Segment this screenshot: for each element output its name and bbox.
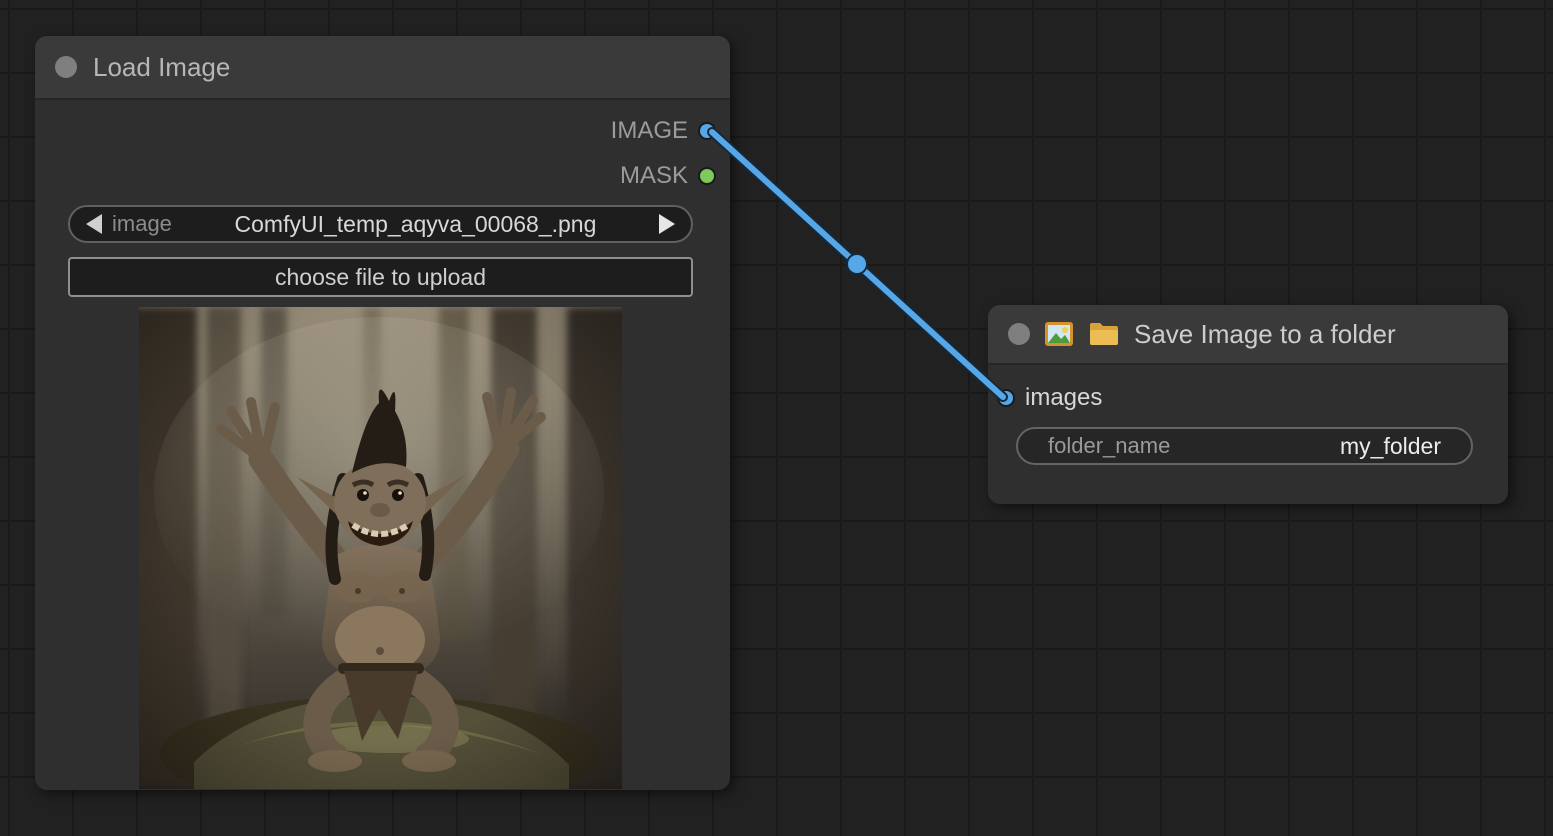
- output-slot-label: IMAGE: [611, 117, 688, 145]
- node-canvas[interactable]: Load Image IMAGE MASK image ComfyUI_temp…: [0, 0, 1553, 836]
- node-title: Load Image: [93, 52, 230, 83]
- prev-arrow-icon[interactable]: [86, 214, 102, 234]
- load-image-node[interactable]: Load Image IMAGE MASK image ComfyUI_temp…: [35, 36, 730, 790]
- mask-output-slot[interactable]: MASK: [620, 164, 716, 188]
- image-preview: [139, 307, 622, 789]
- next-arrow-icon[interactable]: [659, 214, 675, 234]
- input-slot-label: images: [1025, 384, 1102, 412]
- image-output-slot[interactable]: IMAGE: [611, 119, 716, 143]
- node-title: Save Image to a folder: [1134, 319, 1396, 350]
- troll-preview-illustration: [139, 307, 622, 789]
- combo-label: image: [112, 211, 172, 237]
- images-input-slot[interactable]: images: [997, 386, 1102, 410]
- output-slot-label: MASK: [620, 162, 688, 190]
- link-outline: [712, 132, 1003, 397]
- choose-file-button[interactable]: choose file to upload: [68, 257, 693, 297]
- image-combo-widget[interactable]: image ComfyUI_temp_aqyva_00068_.png: [68, 205, 693, 243]
- combo-value: ComfyUI_temp_aqyva_00068_.png: [172, 211, 659, 238]
- collapse-toggle-icon[interactable]: [1008, 323, 1030, 345]
- picture-icon: [1044, 320, 1074, 348]
- image-to-images-link: [712, 132, 1003, 397]
- folder-name-widget[interactable]: folder_name my_folder: [1016, 427, 1473, 465]
- link-midpoint-dot[interactable]: [847, 254, 867, 274]
- image-output-dot-icon[interactable]: [698, 122, 716, 140]
- collapse-toggle-icon[interactable]: [55, 56, 77, 78]
- folder-name-label: folder_name: [1048, 433, 1170, 459]
- save-image-node-header[interactable]: Save Image to a folder: [988, 305, 1508, 365]
- folder-name-value: my_folder: [1340, 433, 1441, 460]
- load-image-node-header[interactable]: Load Image: [35, 36, 730, 100]
- mask-output-dot-icon[interactable]: [698, 167, 716, 185]
- folder-icon: [1088, 321, 1120, 347]
- images-input-dot-icon[interactable]: [997, 389, 1015, 407]
- save-image-node[interactable]: Save Image to a folder images folder_nam…: [988, 305, 1508, 504]
